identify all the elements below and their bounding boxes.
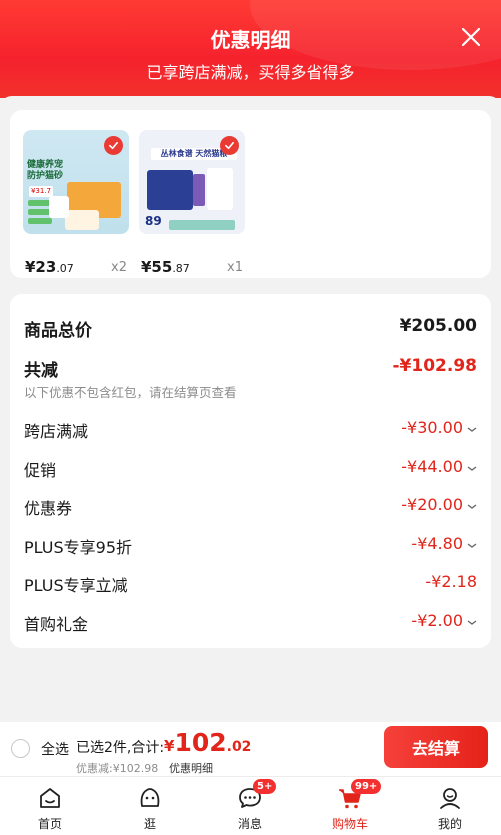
bottom-tab-bar: 首页 逛 5+ 消息 99+ 购物车 我的 <box>0 776 501 835</box>
product-price: ¥23.07 <box>25 258 74 276</box>
discount-detail-card: 商品总价 ¥205.00 共减 -¥102.98 以下优惠不包含红包，请在结算页… <box>10 294 491 648</box>
tab-cart[interactable]: 99+ 购物车 <box>315 777 385 835</box>
discount-row[interactable]: 优惠券 -¥20.00 <box>24 495 477 518</box>
total-reduce-label: 共减 <box>24 361 58 381</box>
select-all-label[interactable]: 全选 <box>41 739 69 759</box>
chevron-down-icon <box>467 504 477 509</box>
products-card: 健康养宠 防护猫砂 ¥31.7 ¥23.07 x2 丛林食谱 天然猫粮 89 ¥… <box>10 110 491 278</box>
total-reduce-value: -¥102.98 <box>392 356 478 376</box>
discount-sheet: 健康养宠 防护猫砂 ¥31.7 ¥23.07 x2 丛林食谱 天然猫粮 89 ¥… <box>0 96 501 722</box>
discount-row[interactable]: 首购礼金 -¥2.00 <box>24 611 477 634</box>
discount-label: 优惠券 <box>24 499 73 518</box>
discount-value: -¥2.18 <box>425 572 477 591</box>
discount-label: PLUS专享95折 <box>24 538 132 557</box>
product-quantity: x2 <box>111 260 127 275</box>
discount-label: 促销 <box>24 461 57 480</box>
product-price: ¥55.87 <box>141 258 190 276</box>
discount-row: PLUS专享立减 -¥2.18 <box>24 572 477 595</box>
message-badge: 5+ <box>253 779 277 794</box>
discount-label: 首购礼金 <box>24 615 89 634</box>
selected-count: 已选2件,合计: <box>76 740 165 756</box>
total-reduce-row: 共减 -¥102.98 <box>24 356 478 381</box>
discount-note: 以下优惠不包含红包，请在结算页查看 <box>24 385 237 400</box>
tab-browse[interactable]: 逛 <box>115 777 185 835</box>
chevron-down-icon <box>467 427 477 432</box>
total-price-label: 商品总价 <box>24 321 92 341</box>
tab-messages[interactable]: 5+ 消息 <box>215 777 285 835</box>
chevron-down-icon <box>467 543 477 548</box>
discount-value: -¥44.00 <box>401 457 463 476</box>
select-all-checkbox[interactable] <box>11 739 30 758</box>
product-image-text: 健康养宠 <box>27 160 64 170</box>
product-image-text: 防护猫砂 <box>27 171 64 181</box>
discount-value: -¥4.80 <box>411 534 463 553</box>
cart-badge: 99+ <box>351 779 382 794</box>
tab-home[interactable]: 首页 <box>15 777 85 835</box>
product-item[interactable]: 健康养宠 防护猫砂 ¥31.7 ¥23.07 x2 <box>23 130 129 276</box>
tab-label: 购物车 <box>331 817 368 831</box>
checkout-bar: 全选 已选2件,合计: ¥102.02 优惠减:¥102.98 优惠明细 去结算 <box>0 722 501 776</box>
total-price-row: 商品总价 ¥205.00 <box>24 316 477 341</box>
discount-row[interactable]: 跨店满减 -¥30.00 <box>24 418 477 441</box>
discount-row[interactable]: PLUS专享95折 -¥4.80 <box>24 534 477 557</box>
home-icon <box>40 788 60 808</box>
discount-label: 跨店满减 <box>24 422 89 441</box>
product-quantity: x1 <box>227 260 243 275</box>
discount-value: -¥2.00 <box>411 611 463 630</box>
total-amount: ¥102.02 <box>164 728 252 757</box>
browse-face-icon <box>140 788 160 807</box>
selected-check-icon[interactable] <box>220 136 239 155</box>
chevron-down-icon <box>467 620 477 625</box>
tab-label: 我的 <box>437 817 462 831</box>
tab-profile[interactable]: 我的 <box>415 777 485 835</box>
chevron-down-icon <box>467 466 477 471</box>
selected-check-icon[interactable] <box>104 136 123 155</box>
discount-label: PLUS专享立减 <box>24 576 128 595</box>
product-image-text: 89 <box>145 214 162 228</box>
page-subtitle: 已享跨店满减，买得多省得多 <box>146 63 355 82</box>
product-image-text: ¥31.7 <box>29 186 53 197</box>
discount-value: -¥20.00 <box>401 495 463 514</box>
close-icon[interactable] <box>459 25 483 49</box>
discount-summary: 优惠减:¥102.98 <box>76 762 159 775</box>
tab-label: 消息 <box>237 817 262 831</box>
total-price-value: ¥205.00 <box>399 316 477 336</box>
discount-value: -¥30.00 <box>401 418 463 437</box>
tab-label: 逛 <box>143 817 156 831</box>
discount-detail-link[interactable]: 优惠明细 <box>169 760 213 776</box>
profile-icon <box>440 788 460 809</box>
header: 优惠明细 已享跨店满减，买得多省得多 <box>0 0 501 98</box>
tab-label: 首页 <box>37 817 62 831</box>
page-title: 优惠明细 <box>210 28 291 52</box>
discount-row[interactable]: 促销 -¥44.00 <box>24 457 477 480</box>
product-item[interactable]: 丛林食谱 天然猫粮 89 ¥55.87 x1 <box>139 130 245 276</box>
checkout-button[interactable]: 去结算 <box>384 726 488 768</box>
